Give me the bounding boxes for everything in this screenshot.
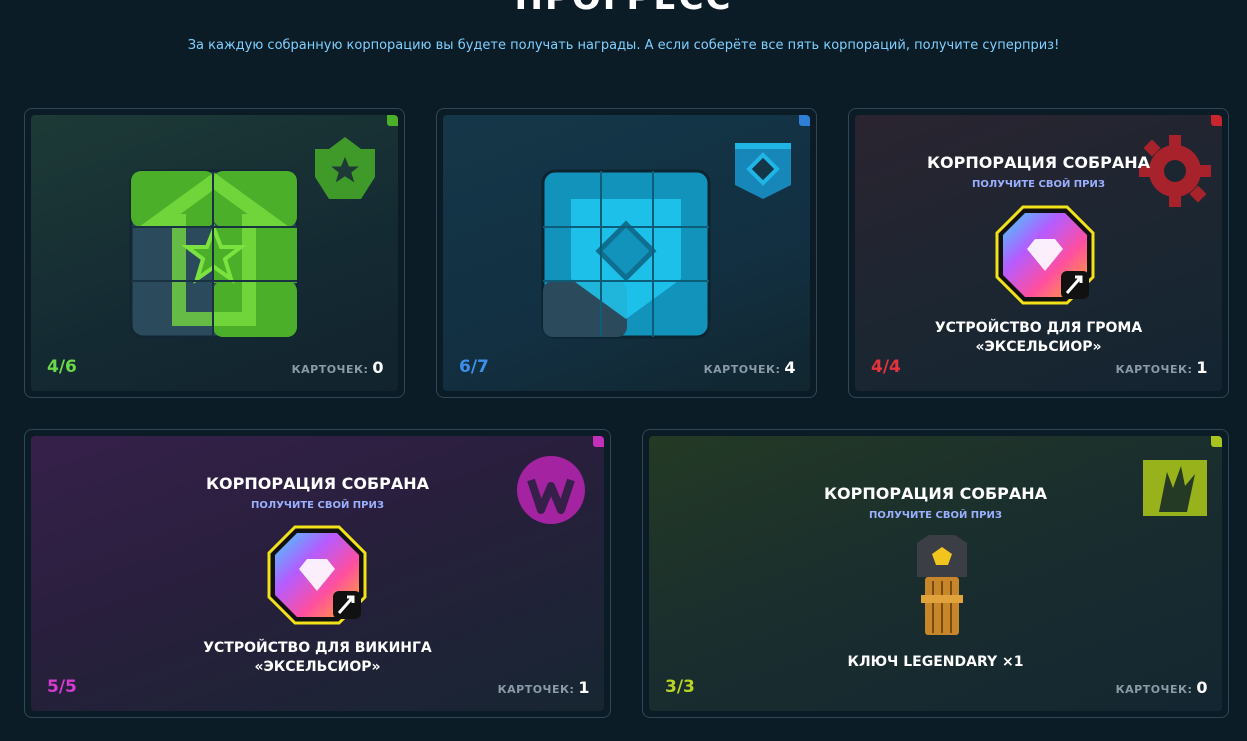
status-dot: [1211, 115, 1222, 126]
puzzle-image: [129, 169, 299, 339]
cards-count: КАРТОЧЕК: 0: [1116, 678, 1208, 697]
excelsior-device-icon[interactable]: [267, 525, 367, 625]
collected-title: КОРПОРАЦИЯ СОБРАНА: [926, 153, 1151, 172]
corporation-card-green[interactable]: 4/6 КАРТОЧЕК: 0: [24, 108, 405, 398]
status-dot: [387, 115, 398, 126]
prize-name-line: УСТРОЙСТВО ДЛЯ ВИКИНГА: [203, 640, 432, 656]
page-title: ПРОГРЕСС: [0, 0, 1247, 18]
legendary-key-icon[interactable]: [907, 533, 977, 643]
cards-count: КАРТОЧЕК: 1: [1116, 358, 1208, 377]
prize-name-line: КЛЮЧ LEGENDARY ×1: [847, 654, 1024, 670]
status-dot: [1211, 436, 1222, 447]
progress-counter: 6/7: [459, 357, 489, 377]
progress-counter: 3/3: [665, 677, 695, 697]
prize-name: КЛЮЧ LEGENDARY ×1: [649, 653, 1222, 672]
excelsior-device-icon[interactable]: [995, 205, 1095, 305]
star-shield-icon: [315, 137, 375, 199]
cards-value: 4: [784, 358, 796, 377]
prize-name-line: «ЭКСЕЛЬСИОР»: [975, 339, 1102, 355]
cards-label: КАРТОЧЕК:: [497, 683, 575, 696]
prize-name: УСТРОЙСТВО ДЛЯ ГРОМА «ЭКСЕЛЬСИОР»: [855, 319, 1222, 357]
page-subtitle: За каждую собранную корпорацию вы будете…: [187, 38, 1060, 53]
collected-subtitle: ПОЛУЧИТЕ СВОЙ ПРИЗ: [869, 510, 1002, 521]
cards-count: КАРТОЧЕК: 4: [704, 358, 796, 377]
progress-counter: 5/5: [47, 677, 77, 697]
cards-label: КАРТОЧЕК:: [1115, 363, 1193, 376]
collected-title: КОРПОРАЦИЯ СОБРАНА: [205, 474, 430, 493]
cards-label: КАРТОЧЕК:: [1115, 683, 1193, 696]
collected-subtitle: ПОЛУЧИТЕ СВОЙ ПРИЗ: [251, 500, 384, 511]
prize-name-line: «ЭКСЕЛЬСИОР»: [254, 659, 381, 675]
prize-name: УСТРОЙСТВО ДЛЯ ВИКИНГА «ЭКСЕЛЬСИОР»: [31, 639, 604, 677]
corporation-card-blue[interactable]: 6/7 КАРТОЧЕК: 4: [436, 108, 817, 398]
cards-value: 1: [578, 678, 590, 697]
cards-count: КАРТОЧЕК: 0: [292, 358, 384, 377]
cards-label: КАРТОЧЕК:: [291, 363, 369, 376]
progress-counter: 4/4: [871, 357, 901, 377]
cards-label: КАРТОЧЕК:: [703, 363, 781, 376]
progress-counter: 4/6: [47, 357, 77, 377]
cards-value: 0: [1196, 678, 1208, 697]
cards-count: КАРТОЧЕК: 1: [498, 678, 590, 697]
status-dot: [593, 436, 604, 447]
collected-title: КОРПОРАЦИЯ СОБРАНА: [823, 484, 1048, 503]
corporation-card-purple[interactable]: КОРПОРАЦИЯ СОБРАНА ПОЛУЧИТЕ СВОЙ ПРИЗ УС…: [24, 429, 611, 718]
puzzle-image: [541, 169, 711, 339]
cards-value: 0: [372, 358, 384, 377]
cards-value: 1: [1196, 358, 1208, 377]
prize-name-line: УСТРОЙСТВО ДЛЯ ГРОМА: [934, 320, 1143, 336]
status-dot: [799, 115, 810, 126]
corporation-card-red[interactable]: КОРПОРАЦИЯ СОБРАНА ПОЛУЧИТЕ СВОЙ ПРИЗ УС…: [848, 108, 1229, 398]
collected-subtitle: ПОЛУЧИТЕ СВОЙ ПРИЗ: [972, 179, 1105, 190]
diamond-shield-icon: [735, 143, 791, 199]
corporation-card-lime[interactable]: КОРПОРАЦИЯ СОБРАНА ПОЛУЧИТЕ СВОЙ ПРИЗ КЛ…: [642, 429, 1229, 718]
